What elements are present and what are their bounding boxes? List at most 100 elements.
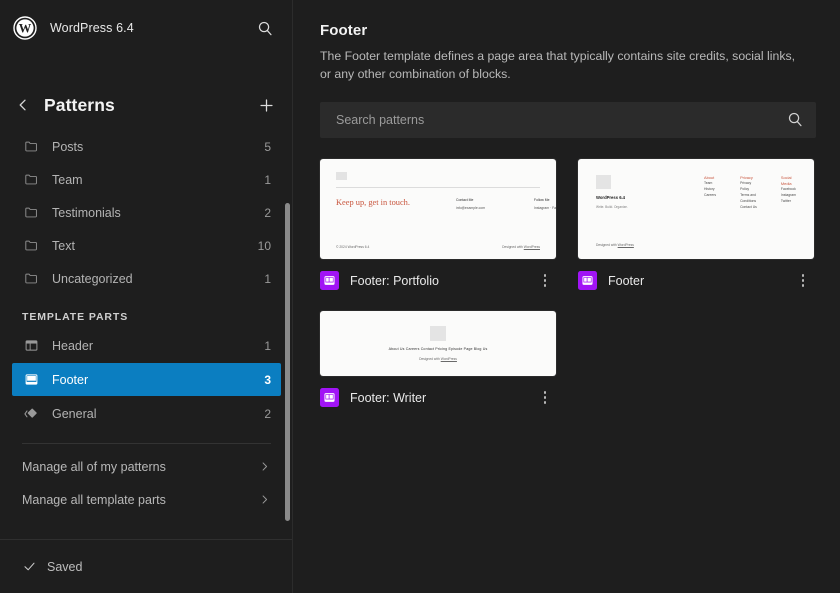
sidebar-item-uncategorized[interactable]: Uncategorized 1	[12, 262, 281, 295]
chevron-right-icon	[258, 493, 271, 506]
manage-all-patterns-link[interactable]: Manage all of my patterns	[12, 450, 281, 483]
preview-logo-placeholder	[336, 171, 347, 180]
search-icon[interactable]	[787, 111, 804, 128]
header-layout-icon	[20, 335, 42, 357]
preview-column-link: info@example.com	[456, 205, 486, 210]
preview-column-title: Contact Me	[456, 197, 474, 202]
preview-credit-prefix: Designed with	[502, 244, 524, 249]
folder-icon	[20, 268, 42, 290]
patterns-grid: Keep up, get in touch. Contact Me info@e…	[320, 158, 820, 409]
manage-all-template-parts-link[interactable]: Manage all template parts	[12, 483, 281, 516]
folder-icon	[20, 202, 42, 224]
pattern-badge-icon	[578, 271, 597, 291]
kebab-menu-icon[interactable]	[534, 270, 556, 292]
sidebar-footer: Saved	[0, 539, 293, 593]
folder-icon	[20, 169, 42, 191]
preview-credit: Designed with WordPress	[419, 357, 457, 361]
pattern-card-footer: WordPress 6.4 Write. Build. Organize. Ab…	[578, 158, 814, 292]
search-patterns-field[interactable]	[320, 101, 816, 138]
preview-column-item: Contact Us	[740, 204, 757, 209]
preview-column: Follow Me Instagram · Facebook	[534, 198, 556, 211]
sidebar-scrollbar[interactable]	[285, 203, 290, 521]
template-parts-section-title: TEMPLATE PARTS	[22, 311, 129, 323]
plus-icon[interactable]	[253, 92, 279, 118]
chevron-left-icon[interactable]	[10, 92, 36, 118]
manage-all-template-parts-label: Manage all template parts	[22, 492, 166, 507]
kebab-menu-icon[interactable]	[792, 270, 814, 292]
svg-text:W: W	[19, 22, 32, 36]
sidebar-item-label: Footer	[52, 372, 89, 387]
pattern-card-footer: Footer: Portfolio	[320, 270, 556, 292]
preview-column-item: Twitter	[780, 199, 791, 204]
check-icon	[22, 559, 37, 574]
sidebar-item-footer[interactable]: Footer 3	[12, 363, 281, 396]
sidebar-item-label: Uncategorized	[52, 271, 133, 286]
sidebar-item-count: 10	[257, 238, 271, 253]
chevron-right-icon	[258, 460, 271, 473]
folder-icon	[20, 235, 42, 257]
pattern-card-footer-portfolio: Keep up, get in touch. Contact Me info@e…	[320, 158, 556, 292]
sidebar-right-border	[292, 0, 293, 593]
pattern-preview[interactable]: Keep up, get in touch. Contact Me info@e…	[320, 158, 556, 259]
main-description: The Footer template defines a page area …	[320, 49, 796, 81]
sidebar-item-header[interactable]: Header 1	[12, 329, 281, 362]
save-status-button[interactable]: Saved	[22, 559, 82, 574]
sidebar-brand-title: WordPress 6.4	[50, 21, 134, 35]
pattern-title: Footer: Writer	[350, 390, 427, 405]
preview-credit: Designed with WordPress	[502, 245, 540, 249]
patterns-header: Patterns	[0, 82, 293, 128]
category-list: Posts 5 Team 1 Testimonials 2 Text 10 Un…	[0, 130, 293, 295]
preview-heading: Keep up, get in touch.	[336, 197, 410, 207]
sidebar: W WordPress 6.4 Patterns Posts 5 Team 1 …	[0, 0, 293, 593]
sidebar-item-label: Posts	[52, 139, 84, 154]
sidebar-item-label: Header	[52, 338, 93, 353]
sidebar-item-count: 5	[264, 139, 271, 154]
preview-column-item: Terms and Conditions	[740, 192, 757, 203]
sidebar-item-count: 2	[264, 406, 271, 421]
main-content: Footer The Footer template defines a pag…	[293, 0, 840, 593]
preview-column-title: Social Media	[780, 174, 792, 186]
preview-column-item: Privacy Policy	[740, 180, 752, 191]
sidebar-item-label: General	[52, 406, 97, 421]
sidebar-item-label: Team	[52, 172, 83, 187]
search-input[interactable]	[334, 111, 787, 128]
preview-copyright: © 2024 WordPress 6.4	[336, 244, 370, 249]
preview-logo-placeholder	[596, 174, 611, 189]
main-title: Footer	[320, 22, 368, 39]
preview-column: About Team History Careers	[704, 175, 716, 211]
pattern-card-footer-writer: About Us Careers Contact Pricing Episode…	[320, 310, 556, 409]
preview-site-name: WordPress 6.4	[596, 194, 626, 200]
sidebar-item-team[interactable]: Team 1	[12, 163, 281, 196]
preview-column-link: Instagram · Facebook	[534, 205, 556, 210]
sidebar-brand-bar: W WordPress 6.4	[0, 0, 293, 56]
preview-credit-prefix: Designed with	[419, 356, 441, 361]
app-root: W WordPress 6.4 Patterns Posts 5 Team 1 …	[0, 0, 840, 593]
pattern-card-footer: Footer: Writer	[320, 387, 556, 409]
wordpress-logo-icon[interactable]: W	[10, 13, 40, 43]
template-parts-list: Header 1 Footer 3 General 2	[0, 329, 293, 430]
pattern-preview[interactable]: WordPress 6.4 Write. Build. Organize. Ab…	[578, 158, 814, 259]
preview-column: Social Media Facebook Instagram Twitter	[781, 175, 796, 211]
sidebar-item-count: 1	[264, 271, 271, 286]
sidebar-item-posts[interactable]: Posts 5	[12, 130, 281, 163]
preview-credit-prefix: Designed with	[596, 242, 618, 247]
sidebar-search-icon[interactable]	[251, 14, 279, 42]
preview-credit: Designed with WordPress	[596, 243, 796, 247]
preview-tagline: Write. Build. Organize.	[596, 204, 628, 209]
sidebar-item-text[interactable]: Text 10	[12, 229, 281, 262]
pattern-title: Footer	[608, 273, 645, 288]
sidebar-item-label: Testimonials	[52, 205, 121, 220]
sidebar-item-general[interactable]: General 2	[12, 397, 281, 430]
preview-credit-link: WordPress	[617, 242, 634, 247]
kebab-menu-icon[interactable]	[534, 387, 556, 409]
sidebar-divider	[22, 443, 271, 444]
preview-column-item: Careers	[704, 192, 717, 197]
pattern-badge-icon	[320, 388, 339, 408]
pattern-card-footer: Footer	[578, 270, 814, 292]
pattern-preview[interactable]: About Us Careers Contact Pricing Episode…	[320, 310, 556, 376]
preview-divider	[336, 186, 540, 188]
sidebar-item-count: 3	[264, 372, 271, 387]
sidebar-item-testimonials[interactable]: Testimonials 2	[12, 196, 281, 229]
preview-nav: About Us Careers Contact Pricing Episode…	[388, 346, 488, 351]
page-title: Patterns	[44, 94, 115, 115]
